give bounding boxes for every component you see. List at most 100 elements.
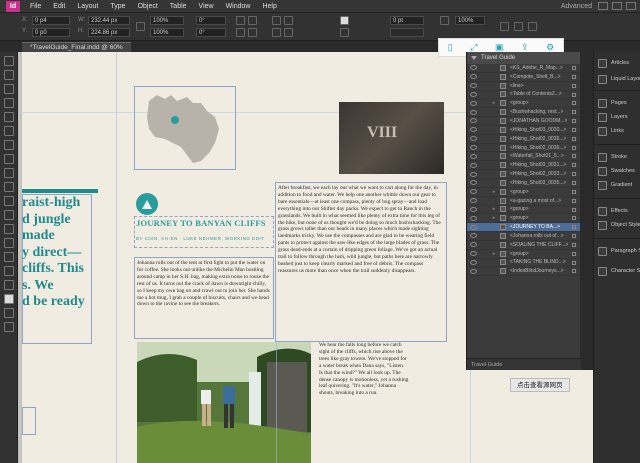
fill-stroke-swatch-icon[interactable] bbox=[3, 294, 14, 304]
vertical-guide[interactable] bbox=[116, 52, 117, 463]
rectangle-tool-icon[interactable] bbox=[3, 182, 14, 192]
small-frame[interactable] bbox=[22, 407, 36, 435]
layer-row[interactable]: <Johanna rolls out of...> bbox=[467, 232, 580, 241]
maximize-icon[interactable] bbox=[612, 2, 622, 10]
select-square-icon[interactable] bbox=[572, 145, 576, 150]
visibility-eye-icon[interactable] bbox=[470, 127, 477, 133]
visibility-eye-icon[interactable] bbox=[470, 224, 477, 230]
select-square-icon[interactable] bbox=[572, 180, 576, 185]
apply-color-icon[interactable] bbox=[3, 308, 14, 318]
layer-row[interactable]: <Hiking_Shot02_0036...> bbox=[467, 135, 580, 144]
fill-swatch-icon[interactable] bbox=[340, 16, 349, 25]
layer-row[interactable]: <Bushwhacking, rest...> bbox=[467, 108, 580, 118]
menu-file[interactable]: File bbox=[24, 3, 47, 10]
visibility-eye-icon[interactable] bbox=[470, 83, 477, 89]
effects-fx-icon[interactable] bbox=[440, 16, 449, 25]
panel-paragraph-styles[interactable]: Paragraph Styles bbox=[594, 246, 640, 257]
gap-tool-icon[interactable] bbox=[3, 98, 14, 108]
wood-sign-image[interactable]: VIII bbox=[339, 102, 444, 174]
visibility-eye-icon[interactable] bbox=[470, 215, 477, 221]
layer-row[interactable]: <SOALING THE CLIFF...> bbox=[467, 241, 580, 250]
hikers-photo[interactable] bbox=[137, 342, 311, 463]
visibility-eye-icon[interactable] bbox=[470, 259, 477, 265]
panel-links[interactable]: Links bbox=[594, 126, 640, 137]
expand-arrow-icon[interactable]: ▸ bbox=[491, 215, 497, 221]
scissors-tool-icon[interactable] bbox=[3, 196, 14, 206]
panel-swatches[interactable]: Swatches bbox=[594, 166, 640, 177]
layer-row[interactable]: <Hiking_Shot02_0036...> bbox=[467, 144, 580, 153]
scale-x-field[interactable]: 100% bbox=[150, 16, 184, 25]
y-field[interactable]: 0 p0 bbox=[32, 28, 70, 37]
zoom-tool-icon[interactable] bbox=[3, 280, 14, 290]
rectangle-frame-tool-icon[interactable] bbox=[3, 168, 14, 178]
select-square-icon[interactable] bbox=[572, 163, 576, 168]
layer-row[interactable]: ▸ <group> bbox=[467, 206, 580, 215]
select-square-icon[interactable] bbox=[572, 172, 576, 177]
column-guide[interactable] bbox=[276, 342, 277, 463]
panel-layers[interactable]: Layers bbox=[594, 112, 640, 123]
menu-table[interactable]: Table bbox=[164, 3, 193, 10]
visibility-eye-icon[interactable] bbox=[470, 145, 477, 151]
pen-tool-icon[interactable] bbox=[3, 140, 14, 150]
height-field[interactable]: 224.86 px bbox=[88, 28, 130, 37]
visibility-eye-icon[interactable] bbox=[470, 91, 477, 97]
eyedropper-tool-icon[interactable] bbox=[3, 252, 14, 262]
shear-field[interactable]: 0° bbox=[196, 28, 226, 37]
stroke-weight-field[interactable]: 0 pt bbox=[390, 16, 424, 25]
page-tool-icon[interactable] bbox=[3, 84, 14, 94]
visibility-eye-icon[interactable] bbox=[470, 206, 477, 212]
layer-row[interactable]: <Waterfall_Shot01_5...> bbox=[467, 152, 580, 162]
visibility-eye-icon[interactable] bbox=[470, 268, 477, 274]
panel-collapse-strip[interactable] bbox=[580, 52, 593, 370]
visibility-eye-icon[interactable] bbox=[470, 233, 477, 239]
document-tab[interactable]: *TravelGuide_Final.indd @ 60% bbox=[22, 42, 131, 52]
visibility-eye-icon[interactable] bbox=[470, 100, 477, 106]
layer-row[interactable]: <Hiking_Shot03_0031...> bbox=[467, 161, 580, 171]
visibility-eye-icon[interactable] bbox=[470, 162, 477, 168]
x-field[interactable]: 0 p4 bbox=[32, 16, 70, 25]
visibility-eye-icon[interactable] bbox=[470, 171, 477, 177]
stroke-type-field[interactable] bbox=[390, 28, 424, 37]
direct-selection-tool-icon[interactable] bbox=[3, 70, 14, 80]
expand-arrow-icon[interactable]: ▸ bbox=[491, 189, 497, 195]
selection-tool-icon[interactable] bbox=[3, 56, 14, 66]
note-tool-icon[interactable] bbox=[3, 238, 14, 248]
layer-row[interactable]: <Hiking_Shot03_0035...> bbox=[467, 179, 580, 188]
select-square-icon[interactable] bbox=[572, 234, 576, 239]
text-wrap-icon[interactable] bbox=[500, 22, 509, 31]
visibility-eye-icon[interactable] bbox=[470, 109, 477, 115]
layer-row[interactable]: ▸ <group> bbox=[467, 214, 580, 224]
select-square-icon[interactable] bbox=[572, 66, 576, 70]
visibility-eye-icon[interactable] bbox=[470, 65, 477, 71]
select-container-icon[interactable] bbox=[272, 16, 281, 25]
expand-arrow-icon[interactable]: ▸ bbox=[491, 206, 497, 212]
select-square-icon[interactable] bbox=[572, 119, 576, 124]
panel-object-styles[interactable]: Object Styles bbox=[594, 220, 640, 231]
menu-layout[interactable]: Layout bbox=[71, 3, 104, 10]
layer-row[interactable]: <Table of Contents2...> bbox=[467, 91, 580, 100]
workspace-switcher[interactable]: Advanced bbox=[561, 3, 592, 10]
layer-row[interactable]: <TAKING THE BLIND...> bbox=[467, 259, 580, 268]
type-tool-icon[interactable] bbox=[3, 112, 14, 122]
visibility-eye-icon[interactable] bbox=[470, 153, 477, 159]
menu-window[interactable]: Window bbox=[220, 3, 257, 10]
flip-v-icon[interactable] bbox=[248, 28, 257, 37]
layer-header[interactable]: Travel Guide bbox=[467, 52, 580, 64]
select-square-icon[interactable] bbox=[572, 110, 576, 115]
menu-object[interactable]: Object bbox=[132, 3, 164, 10]
select-square-icon[interactable] bbox=[572, 269, 576, 274]
constrain-link-icon[interactable] bbox=[136, 22, 145, 31]
select-prev-icon[interactable] bbox=[272, 28, 281, 37]
free-transform-tool-icon[interactable] bbox=[3, 210, 14, 220]
layer-row[interactable]: <Hiking_Shot03_0030...> bbox=[467, 126, 580, 135]
expand-icon[interactable] bbox=[471, 56, 477, 60]
select-square-icon[interactable] bbox=[572, 136, 576, 141]
minimize-icon[interactable] bbox=[598, 2, 608, 10]
close-icon[interactable] bbox=[626, 2, 636, 10]
select-next-icon[interactable] bbox=[284, 28, 293, 37]
width-field[interactable]: 232.44 px bbox=[88, 16, 130, 25]
panel-character-styles[interactable]: Character Styles bbox=[594, 266, 640, 277]
visibility-eye-icon[interactable] bbox=[470, 242, 477, 248]
visibility-eye-icon[interactable] bbox=[470, 136, 477, 142]
select-square-icon[interactable] bbox=[572, 189, 576, 194]
